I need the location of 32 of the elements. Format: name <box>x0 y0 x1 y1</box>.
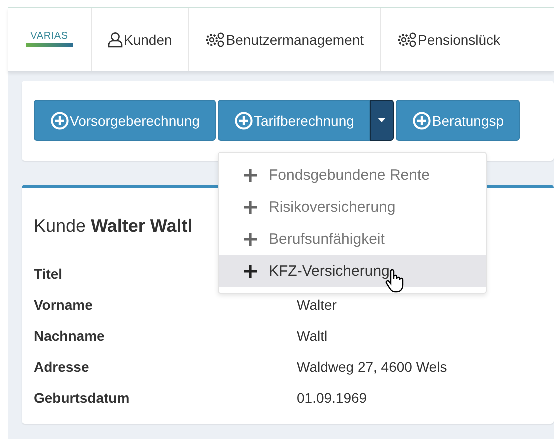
plus-icon <box>244 264 257 278</box>
user-icon <box>108 32 123 48</box>
customer-heading: Kunde Walter Waltl <box>34 216 194 237</box>
field-label: Vorname <box>34 297 93 315</box>
field-label: Titel <box>34 266 63 284</box>
plus-icon <box>244 200 257 214</box>
field-label: Adresse <box>34 359 90 377</box>
action-button[interactable]: Vorsorgeberechnung <box>34 100 216 141</box>
plus-circle-icon <box>51 112 69 130</box>
nav-link[interactable]: Kunden <box>92 8 190 71</box>
dropdown-toggle[interactable] <box>370 100 394 141</box>
field-value: 01.09.1969 <box>297 390 368 408</box>
field-value: Waltl <box>297 328 329 346</box>
gears-icon <box>205 32 226 48</box>
plus-icon <box>244 168 257 182</box>
dropdown-item[interactable]: Berufsunfähigkeit <box>219 223 486 255</box>
action-button[interactable]: Beratungsp <box>396 100 520 141</box>
action-button[interactable]: Tarifberechnung <box>218 100 370 141</box>
plus-circle-icon <box>413 112 432 130</box>
field-label: Nachname <box>34 328 105 346</box>
plus-circle-icon <box>235 112 253 130</box>
dropdown-item[interactable]: Fondsgebundene Rente <box>219 159 486 191</box>
nav-link[interactable]: Pensionslück <box>381 8 505 71</box>
dropdown-item[interactable]: Risikoversicherung <box>219 191 486 223</box>
field-value: Walter <box>297 297 338 315</box>
plus-icon <box>244 232 257 246</box>
nav-link[interactable]: Benutzermanagement <box>189 8 382 71</box>
field-label: Geburtsdatum <box>34 390 130 408</box>
gears-icon <box>397 32 418 48</box>
logo[interactable]: VARIAS <box>26 32 73 47</box>
caret-icon <box>378 118 386 123</box>
field-value: Waldweg 27, 4600 Wels <box>297 359 448 377</box>
